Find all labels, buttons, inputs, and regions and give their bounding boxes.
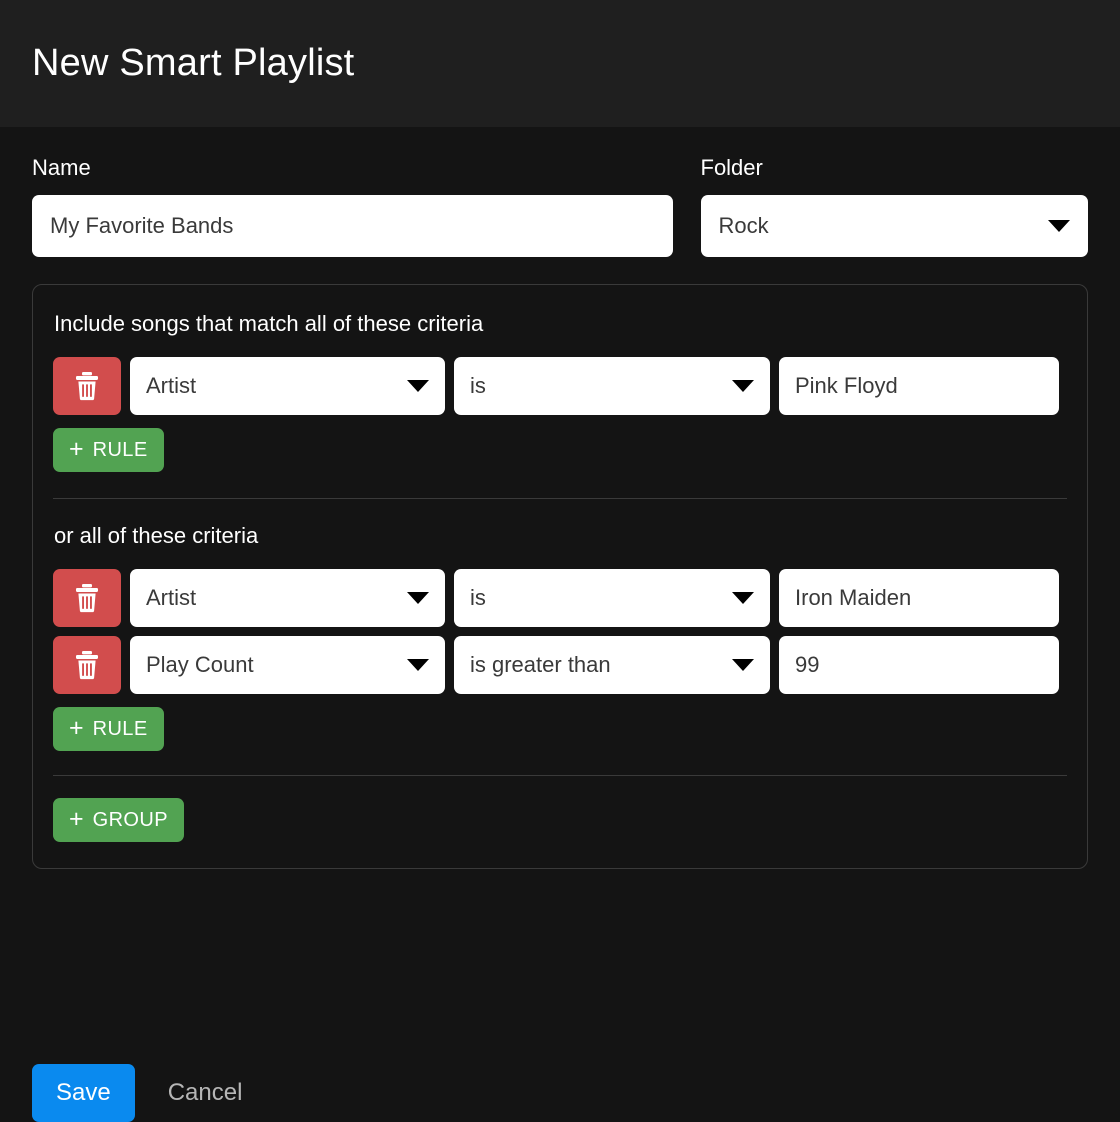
delete-rule-button[interactable]	[53, 357, 121, 415]
rule-operator-value: is	[470, 373, 724, 399]
rule-value-input[interactable]	[779, 636, 1059, 694]
rule-row: Play Count is greater than	[53, 636, 1067, 694]
criteria-group-2-heading: or all of these criteria	[54, 523, 1067, 549]
add-group-button[interactable]: + GROUP	[53, 798, 184, 842]
chevron-down-icon	[407, 592, 429, 604]
name-label: Name	[32, 155, 673, 181]
add-rule-wrap-2: + RULE	[53, 707, 1067, 751]
dialog-footer: Save Cancel	[0, 1064, 1120, 1122]
chevron-down-icon	[732, 592, 754, 604]
rule-operator-select[interactable]: is	[454, 569, 770, 627]
rule-operator-select[interactable]: is	[454, 357, 770, 415]
criteria-group-1-heading: Include songs that match all of these cr…	[54, 311, 1067, 337]
plus-icon: +	[69, 437, 84, 462]
add-rule-wrap-1: + RULE	[53, 428, 1067, 472]
save-button[interactable]: Save	[32, 1064, 135, 1122]
trash-icon	[74, 371, 100, 401]
rule-field-select[interactable]: Artist	[130, 357, 445, 415]
criteria-group-1: Include songs that match all of these cr…	[53, 311, 1067, 472]
trash-icon	[74, 583, 100, 613]
rule-field-select[interactable]: Artist	[130, 569, 445, 627]
top-fields-row: Name Folder Rock	[32, 155, 1088, 257]
plus-icon: +	[69, 716, 84, 741]
add-rule-button[interactable]: + RULE	[53, 428, 164, 472]
folder-select-value: Rock	[719, 213, 1041, 239]
add-rule-label: RULE	[93, 439, 148, 462]
rule-field-value: Play Count	[146, 652, 399, 678]
criteria-panel: Include songs that match all of these cr…	[32, 284, 1088, 869]
new-smart-playlist-window: New Smart Playlist Name Folder Rock Incl…	[0, 0, 1120, 1122]
rule-value-input[interactable]	[779, 357, 1059, 415]
folder-field-group: Folder Rock	[701, 155, 1089, 257]
add-group-divider	[53, 775, 1067, 776]
rule-field-value: Artist	[146, 585, 399, 611]
folder-select[interactable]: Rock	[701, 195, 1089, 257]
cancel-button[interactable]: Cancel	[168, 1079, 243, 1107]
add-rule-label: RULE	[93, 718, 148, 741]
dialog-body: Name Folder Rock Include songs that matc…	[0, 127, 1120, 1020]
chevron-down-icon	[407, 380, 429, 392]
rule-field-value: Artist	[146, 373, 399, 399]
plus-icon: +	[69, 807, 84, 832]
folder-label: Folder	[701, 155, 1089, 181]
rule-field-select[interactable]: Play Count	[130, 636, 445, 694]
chevron-down-icon	[732, 380, 754, 392]
rule-row: Artist is	[53, 569, 1067, 627]
playlist-name-input[interactable]	[32, 195, 673, 257]
page-title: New Smart Playlist	[32, 42, 354, 85]
trash-icon	[74, 650, 100, 680]
chevron-down-icon	[407, 659, 429, 671]
add-group-label: GROUP	[93, 809, 168, 832]
rule-operator-select[interactable]: is greater than	[454, 636, 770, 694]
rule-operator-value: is	[470, 585, 724, 611]
rule-row: Artist is	[53, 357, 1067, 415]
delete-rule-button[interactable]	[53, 636, 121, 694]
rule-operator-value: is greater than	[470, 652, 724, 678]
name-field-group: Name	[32, 155, 673, 257]
delete-rule-button[interactable]	[53, 569, 121, 627]
add-rule-button[interactable]: + RULE	[53, 707, 164, 751]
group-divider	[53, 498, 1067, 499]
chevron-down-icon	[1048, 220, 1070, 232]
criteria-group-2: or all of these criteria	[53, 523, 1067, 751]
chevron-down-icon	[732, 659, 754, 671]
rule-value-input[interactable]	[779, 569, 1059, 627]
titlebar: New Smart Playlist	[0, 0, 1120, 127]
